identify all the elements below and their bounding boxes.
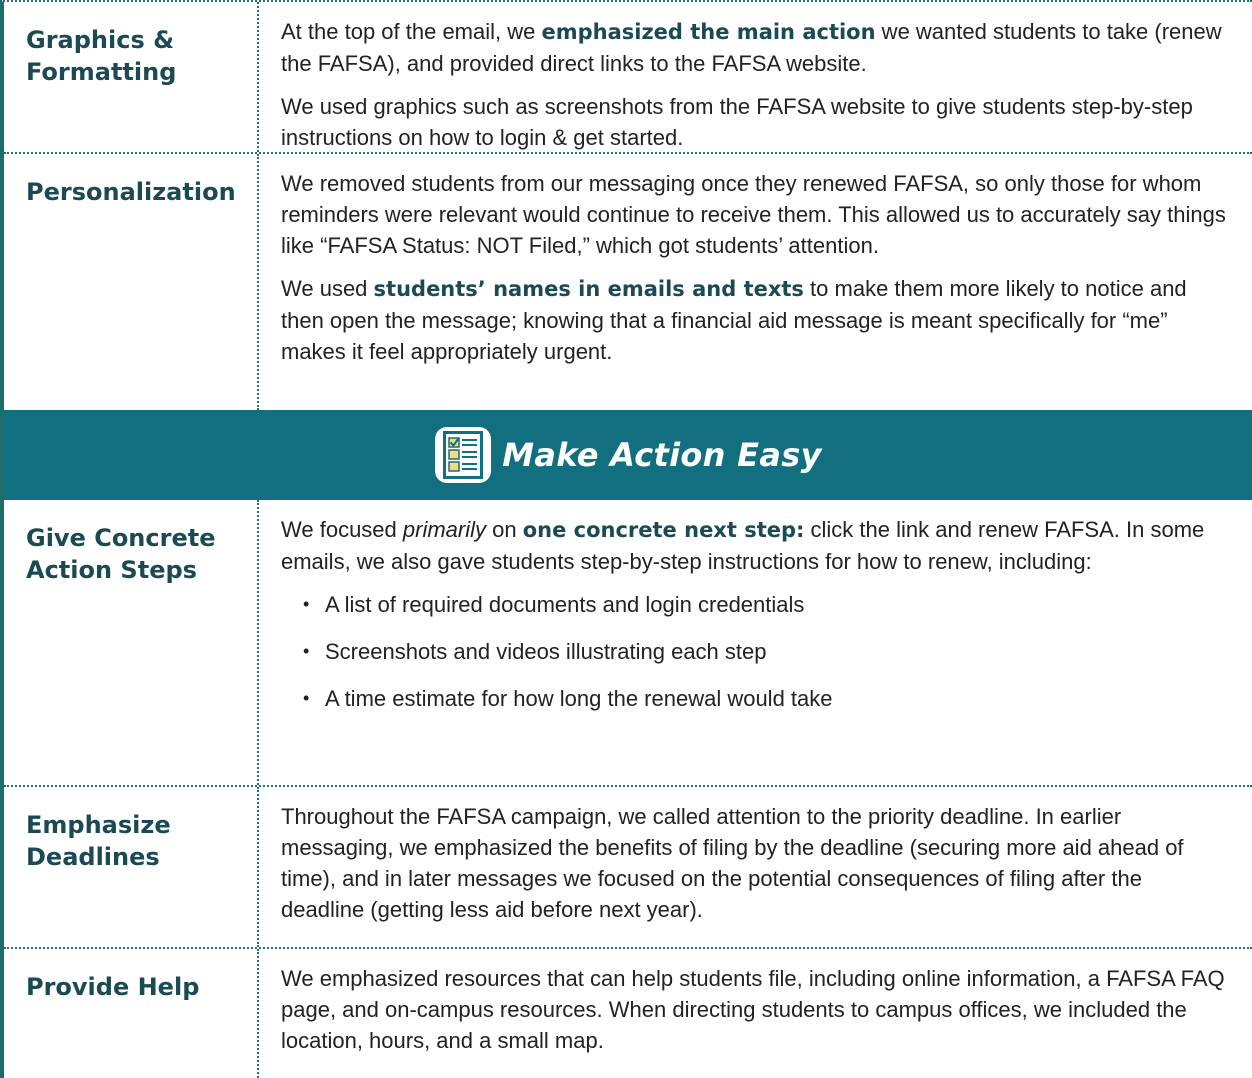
body-text: We used graphics such as screenshots fro… (281, 94, 1193, 150)
paragraph: We removed students from our messaging o… (281, 168, 1230, 261)
row-label-line: Personalization (26, 178, 236, 206)
emphasis-text: one concrete next step: (522, 518, 805, 542)
list-item: • A list of required documents and login … (303, 589, 1230, 620)
paragraph: At the top of the email, we emphasized t… (281, 16, 1230, 79)
row-content-emphasize-deadlines: Throughout the FAFSA campaign, we called… (259, 787, 1252, 947)
paragraph: Throughout the FAFSA campaign, we called… (281, 801, 1230, 925)
body-text: We focused (281, 517, 403, 542)
row-label-line: Provide Help (26, 973, 200, 1001)
emphasis-text: students’ names in emails and texts (373, 277, 804, 301)
table-row: Provide Help We emphasized resources tha… (4, 947, 1252, 1078)
row-label-graphics-formatting: Graphics & Formatting (4, 2, 259, 152)
paragraph: We used students’ names in emails and te… (281, 273, 1230, 367)
body-text: At the top of the email, we (281, 19, 542, 44)
row-label-provide-help: Provide Help (4, 949, 259, 1078)
row-label-personalization: Personalization (4, 154, 259, 410)
table-row: Personalization We removed students from… (4, 152, 1252, 410)
table-row: Graphics & Formatting At the top of the e… (4, 2, 1252, 152)
bullet-icon: • (303, 594, 310, 614)
row-label-line: Formatting (26, 58, 177, 86)
paragraph: We emphasized resources that can help st… (281, 963, 1230, 1056)
row-label-emphasize-deadlines: Emphasize Deadlines (4, 787, 259, 947)
row-label-line: Action Steps (26, 556, 197, 584)
emphasis-text: emphasized the main action (541, 20, 876, 44)
checklist-icon (434, 426, 492, 484)
row-content-provide-help: We emphasized resources that can help st… (259, 949, 1252, 1078)
row-content-personalization: We removed students from our messaging o… (259, 154, 1252, 410)
italic-text: primarily (402, 517, 487, 542)
row-label-line: Emphasize (26, 811, 171, 839)
row-label-concrete-action-steps: Give Concrete Action Steps (4, 500, 259, 785)
list-item-text: A time estimate for how long the renewal… (325, 686, 833, 711)
row-content-graphics-formatting: At the top of the email, we emphasized t… (259, 2, 1252, 152)
row-label-line: Give Concrete (26, 524, 216, 552)
row-paragraphs: We focused primarily on one concrete nex… (281, 514, 1230, 577)
bullet-list: • A list of required documents and login … (281, 589, 1230, 714)
list-item: • Screenshots and videos illustrating eac… (303, 636, 1230, 667)
strategy-table: Graphics & Formatting At the top of the e… (0, 0, 1252, 1078)
section-banner: Make Action Easy (4, 410, 1252, 500)
row-content-concrete-action-steps: We focused primarily on one concrete nex… (259, 500, 1252, 785)
paragraph: We used graphics such as screenshots fro… (281, 91, 1230, 153)
bullet-icon: • (303, 641, 310, 661)
list-item-text: A list of required documents and login c… (325, 592, 805, 617)
body-text: We removed students from our messaging o… (281, 171, 1226, 258)
list-item: • A time estimate for how long the renewa… (303, 683, 1230, 714)
row-label-line: Graphics & (26, 26, 175, 54)
body-text: We used (281, 276, 374, 301)
paragraph: We focused primarily on one concrete nex… (281, 514, 1230, 577)
body-text: We emphasized resources that can help st… (281, 966, 1225, 1053)
table-row: Emphasize Deadlines Throughout the FAFSA … (4, 785, 1252, 947)
banner-title: Make Action Easy (502, 436, 822, 474)
body-text: on (486, 517, 523, 542)
bullet-icon: • (303, 688, 310, 708)
table-row: Give Concrete Action Steps We focused pri… (4, 500, 1252, 785)
row-label-line: Deadlines (26, 843, 160, 871)
list-item-text: Screenshots and videos illustrating each… (325, 639, 767, 664)
body-text: Throughout the FAFSA campaign, we called… (281, 804, 1184, 922)
